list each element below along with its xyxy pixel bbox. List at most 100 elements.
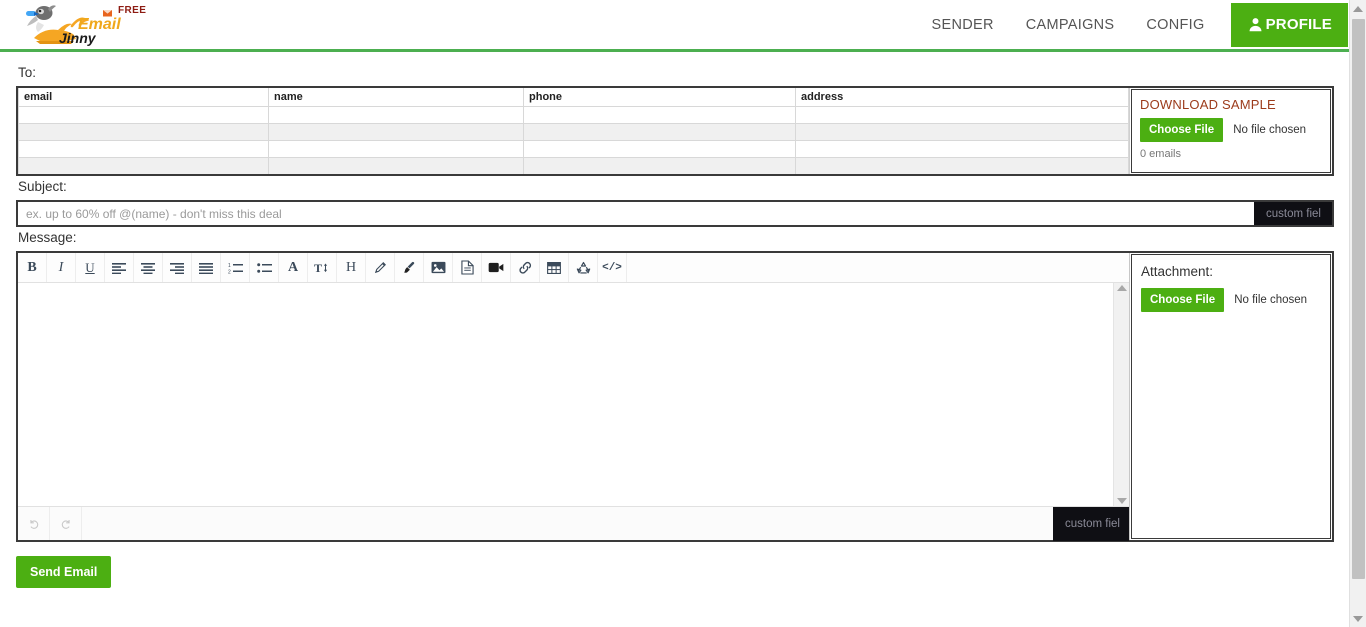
cell-name[interactable] <box>268 123 524 141</box>
code-icon[interactable]: </> <box>598 253 627 282</box>
cell-address[interactable] <box>795 123 1129 141</box>
attachment-file-status: No file chosen <box>1234 294 1308 306</box>
file-icon[interactable] <box>453 253 482 282</box>
table-row[interactable] <box>18 140 1129 158</box>
subject-row: custom fiel <box>16 200 1334 227</box>
editor-scroll-down-icon[interactable] <box>1116 498 1127 504</box>
video-icon[interactable] <box>482 253 511 282</box>
table-icon[interactable] <box>540 253 569 282</box>
pencil-icon[interactable] <box>366 253 395 282</box>
svg-text:Jinny: Jinny <box>59 30 97 46</box>
send-area: Send Email <box>0 542 1366 588</box>
brand-logo[interactable]: Email Jinny FREE <box>14 2 146 48</box>
emails-count: 0 emails <box>1140 148 1181 160</box>
redo-icon[interactable] <box>50 507 82 540</box>
logo-graphic: Email Jinny <box>14 2 124 46</box>
nav-item-config[interactable]: CONFIG <box>1130 0 1220 51</box>
cell-address[interactable] <box>795 106 1129 124</box>
table-row[interactable] <box>18 106 1129 124</box>
cell-phone[interactable] <box>523 106 796 124</box>
contacts-upload-panel: DOWNLOAD SAMPLE Choose File No file chos… <box>1131 89 1331 173</box>
recycle-icon[interactable] <box>569 253 598 282</box>
free-badge: FREE <box>118 4 147 16</box>
editor-scrollbar[interactable] <box>1113 283 1129 506</box>
cell-name[interactable] <box>268 157 524 174</box>
attachment-label: Attachment: <box>1141 264 1214 279</box>
unordered-list-icon[interactable] <box>250 253 279 282</box>
align-center-icon[interactable] <box>134 253 163 282</box>
cell-address[interactable] <box>795 140 1129 158</box>
subject-label: Subject: <box>18 179 67 194</box>
cell-phone[interactable] <box>523 123 796 141</box>
main-nav: SENDER CAMPAIGNS CONFIG PROFILE <box>916 0 1366 51</box>
subject-input[interactable] <box>18 202 1254 225</box>
scroll-down-arrow-icon <box>1353 615 1363 622</box>
editor-scroll-up-icon[interactable] <box>1116 285 1127 291</box>
column-header-phone: phone <box>523 88 796 107</box>
recipients-row: email name phone address DOWNLOAD SAMPLE… <box>16 86 1334 176</box>
attachment-panel: Attachment: Choose File No file chosen <box>1131 254 1331 539</box>
table-header-row: email name phone address <box>18 88 1129 107</box>
editor-footer: custom fiel <box>18 506 1129 541</box>
table-row[interactable] <box>18 157 1129 174</box>
cell-address[interactable] <box>795 157 1129 174</box>
message-custom-field-button[interactable]: custom fiel <box>1053 507 1129 541</box>
message-label: Message: <box>18 230 77 245</box>
genie-lamp-icon: Email Jinny <box>26 4 121 46</box>
cell-email[interactable] <box>18 106 269 124</box>
contacts-table-wrapper: email name phone address <box>18 88 1130 174</box>
cell-email[interactable] <box>18 123 269 141</box>
cell-phone[interactable] <box>523 157 796 174</box>
column-header-address: address <box>795 88 1129 107</box>
italic-icon[interactable]: I <box>47 253 76 282</box>
font-size-icon[interactable]: T <box>308 253 337 282</box>
align-left-icon[interactable] <box>105 253 134 282</box>
link-icon[interactable] <box>511 253 540 282</box>
heading-icon[interactable]: H <box>337 253 366 282</box>
editor-area <box>18 283 1129 506</box>
undo-icon[interactable] <box>18 507 50 540</box>
svg-text:2: 2 <box>228 269 231 274</box>
editor-toolbar: B I U 1 2 A T H </> <box>18 253 1129 283</box>
page-scroll-thumb[interactable] <box>1351 19 1365 579</box>
svg-text:1: 1 <box>228 263 231 269</box>
brush-icon[interactable] <box>395 253 424 282</box>
contacts-file-row: Choose File No file chosen <box>1140 118 1322 142</box>
page-scroll-down-button[interactable] <box>1350 610 1366 627</box>
contacts-table[interactable]: email name phone address <box>18 88 1129 174</box>
cell-email[interactable] <box>18 157 269 174</box>
profile-button-label: PROFILE <box>1265 16 1332 33</box>
image-icon[interactable] <box>424 253 453 282</box>
page-scrollbar[interactable] <box>1349 0 1366 627</box>
subject-custom-field-button[interactable]: custom fiel <box>1254 202 1332 225</box>
contacts-choose-file-button[interactable]: Choose File <box>1140 118 1224 142</box>
user-icon <box>1247 16 1264 33</box>
scroll-up-arrow-icon <box>1353 5 1363 12</box>
cell-name[interactable] <box>268 106 524 124</box>
attachment-choose-file-button[interactable]: Choose File <box>1141 288 1225 312</box>
column-header-email: email <box>18 88 269 107</box>
underline-icon[interactable]: U <box>76 253 105 282</box>
nav-item-sender[interactable]: SENDER <box>916 0 1010 51</box>
cell-name[interactable] <box>268 140 524 158</box>
rich-text-editor: B I U 1 2 A T H </> custom fiel <box>18 253 1130 541</box>
font-color-icon[interactable]: A <box>279 253 308 282</box>
send-email-button[interactable]: Send Email <box>16 556 112 588</box>
column-header-name: name <box>268 88 524 107</box>
bold-icon[interactable]: B <box>18 253 47 282</box>
page-body: To: email name phone address DOWNLOAD SA… <box>0 52 1350 542</box>
svg-text:T: T <box>314 261 322 274</box>
table-row[interactable] <box>18 123 1129 141</box>
ordered-list-icon[interactable]: 1 2 <box>221 253 250 282</box>
cell-email[interactable] <box>18 140 269 158</box>
message-row: B I U 1 2 A T H </> custom fiel Attachme… <box>16 251 1334 542</box>
cell-phone[interactable] <box>523 140 796 158</box>
message-body-input[interactable] <box>18 283 1113 506</box>
site-header: Email Jinny FREE SENDER CAMPAIGNS CONFIG… <box>0 0 1366 52</box>
profile-button[interactable]: PROFILE <box>1230 2 1348 47</box>
align-justify-icon[interactable] <box>192 253 221 282</box>
align-right-icon[interactable] <box>163 253 192 282</box>
download-sample-link[interactable]: DOWNLOAD SAMPLE <box>1140 97 1322 112</box>
nav-item-campaigns[interactable]: CAMPAIGNS <box>1010 0 1131 51</box>
page-scroll-up-button[interactable] <box>1350 0 1366 17</box>
